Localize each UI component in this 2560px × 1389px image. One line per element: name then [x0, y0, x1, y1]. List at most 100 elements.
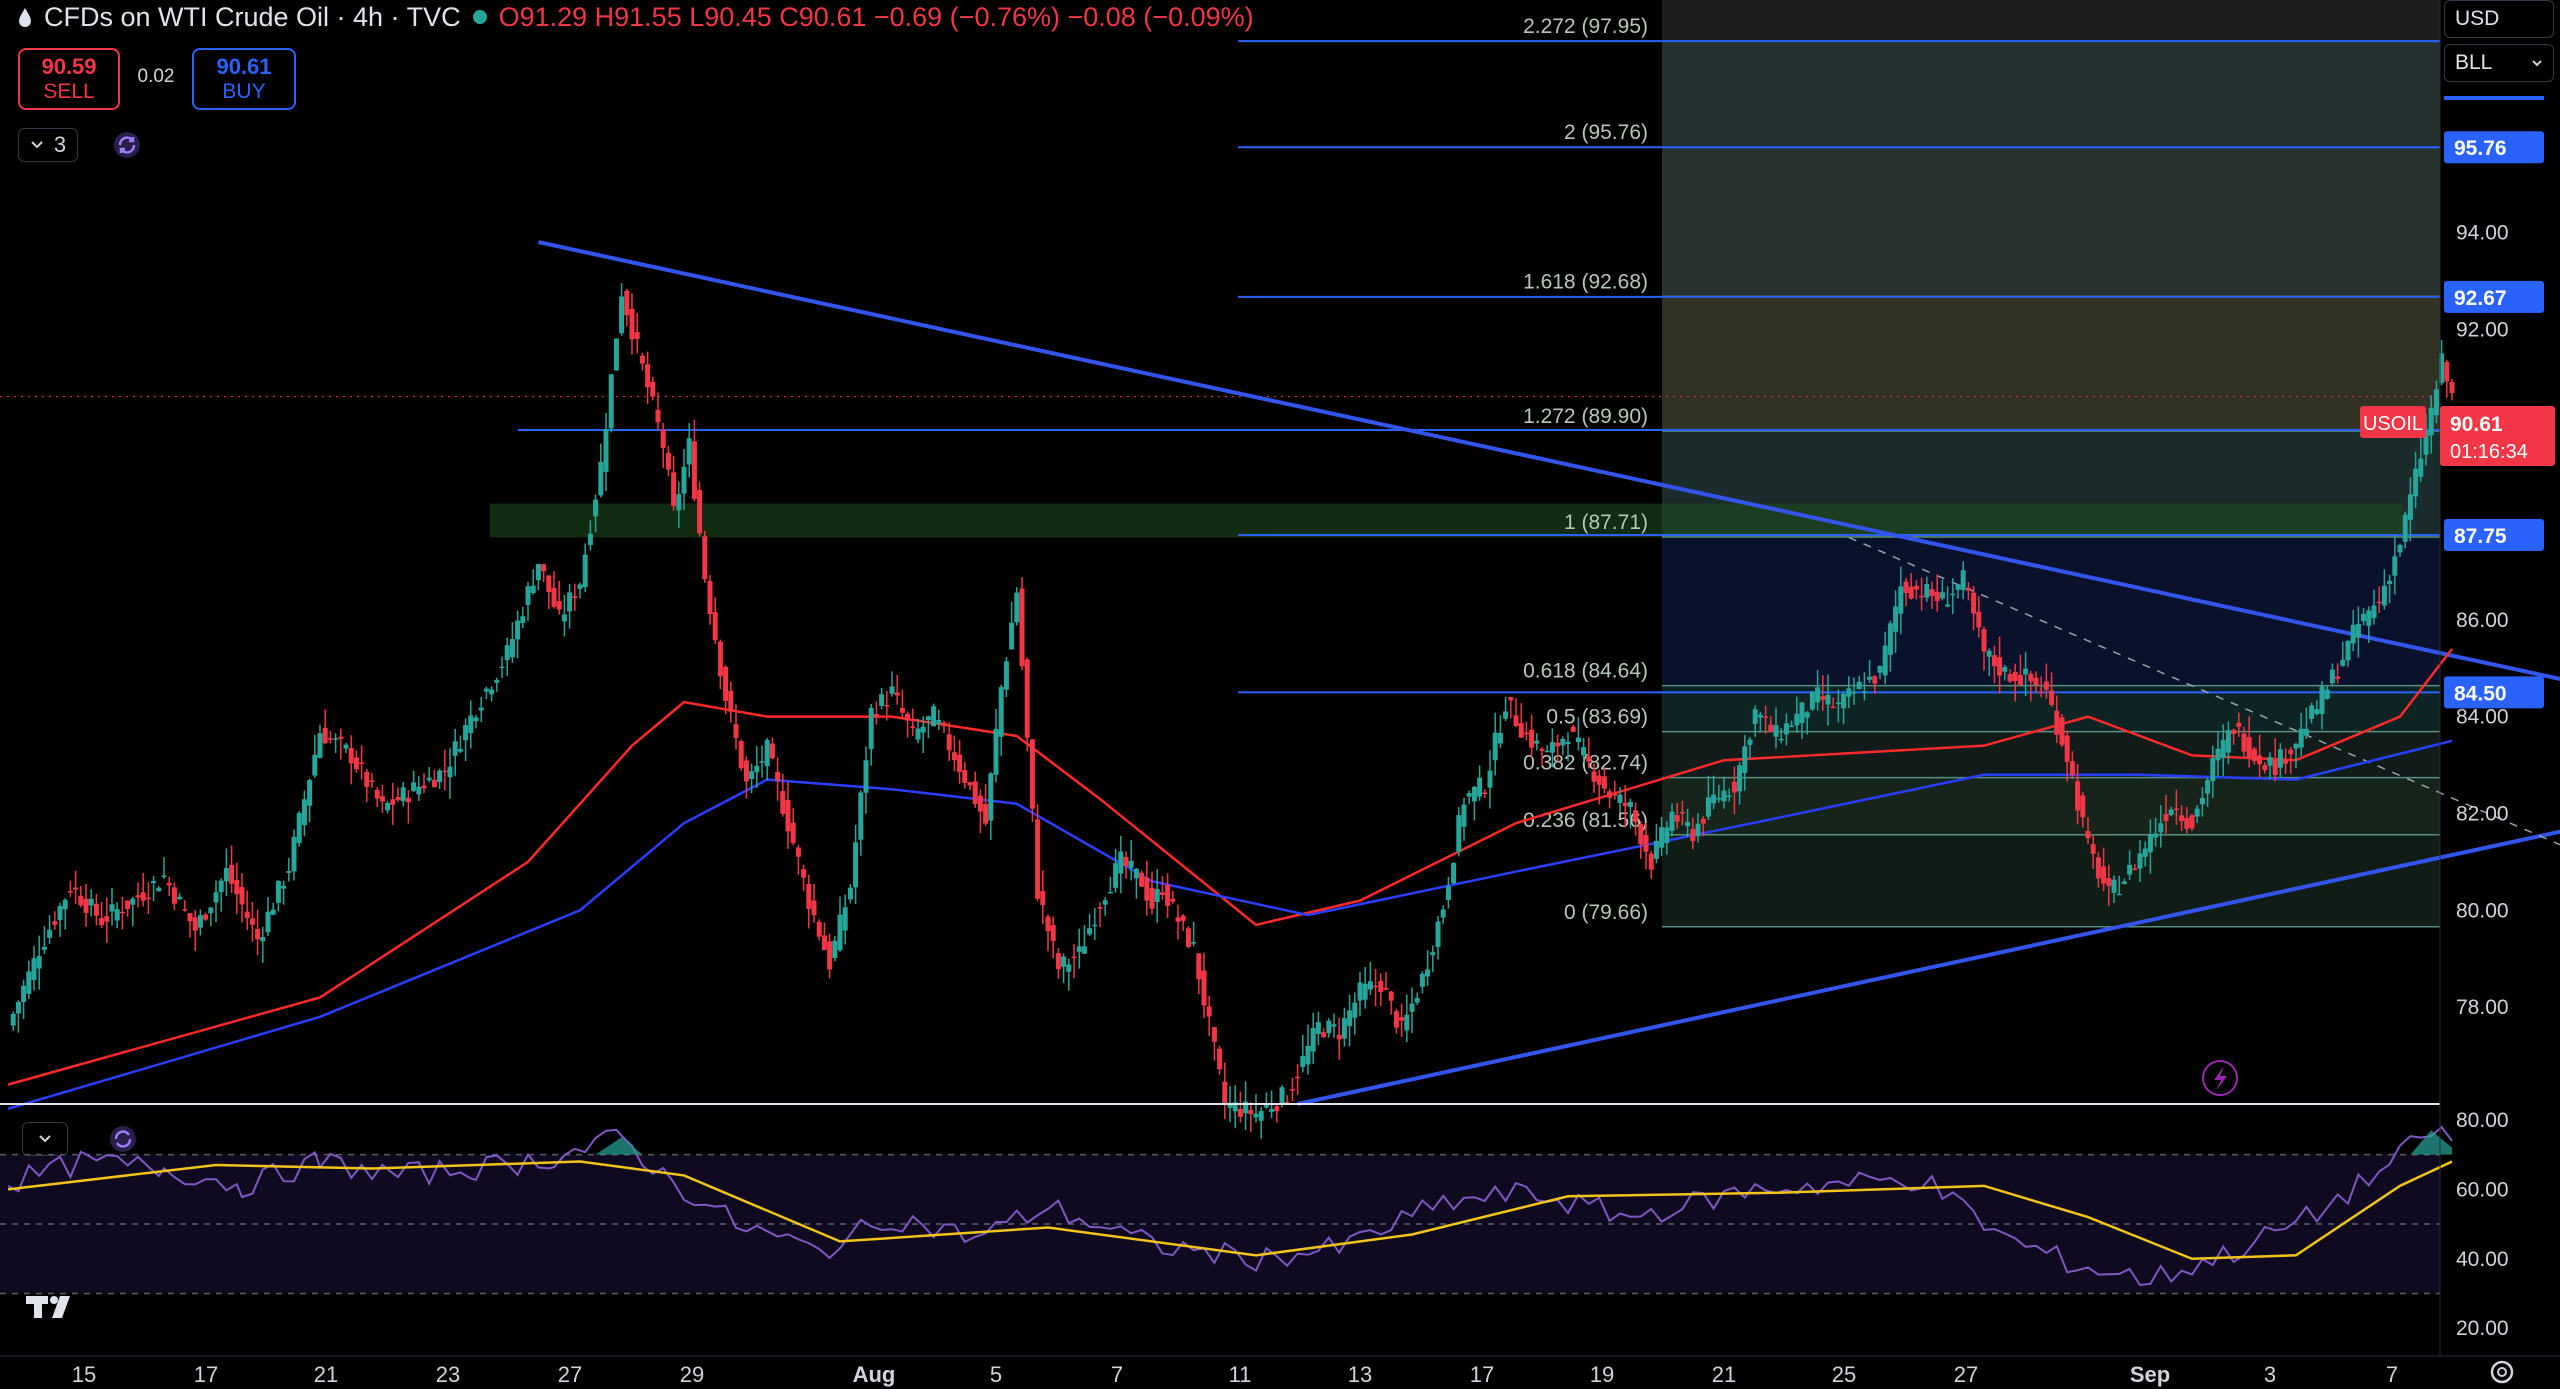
candle-up — [1258, 1110, 1264, 1121]
candle-down — [1321, 1032, 1327, 1037]
price-level-tag-label: 87.75 — [2454, 525, 2507, 548]
candle-down — [1045, 916, 1051, 932]
candle-up — [296, 812, 302, 844]
candle-up — [1107, 891, 1113, 894]
candle-up — [2153, 833, 2159, 838]
chevron-down-icon — [39, 1135, 51, 1143]
candle-up — [1128, 860, 1134, 868]
candle-up — [1451, 862, 1457, 884]
candle-down — [1872, 676, 1878, 684]
candle-down — [1607, 791, 1613, 798]
candle-down — [1971, 592, 1977, 614]
candle-down — [972, 781, 978, 804]
candle-down — [957, 754, 963, 772]
candle-down — [572, 596, 578, 598]
symbol-title[interactable]: CFDs on WTI Crude Oil · 4h · TVC — [44, 2, 461, 33]
candle-down — [171, 887, 177, 904]
candle-down — [249, 918, 255, 925]
time-tick-label: 21 — [1712, 1362, 1736, 1387]
indicators-toggle-button[interactable]: 3 — [18, 128, 78, 162]
price-tick-label: 82.00 — [2456, 802, 2509, 825]
candle-up — [468, 715, 474, 734]
chart-canvas[interactable]: 2.272 (97.95) 2 (95.76) 1.618 (92.68) 1.272… — [0, 0, 2560, 1389]
buy-price: 90.61 — [216, 54, 272, 80]
candle-down — [104, 916, 110, 922]
candle-up — [2397, 544, 2403, 553]
candle-down — [2262, 765, 2268, 771]
candle-down — [707, 581, 713, 615]
candle-up — [1466, 792, 1472, 797]
candle-down — [421, 785, 427, 789]
candle-down — [2080, 795, 2086, 818]
candle-down — [1180, 915, 1186, 921]
candle-up — [1341, 1018, 1347, 1039]
candle-down — [135, 895, 141, 898]
candle-down — [1040, 891, 1046, 906]
candle-up — [1851, 691, 1857, 694]
candle-up — [1669, 811, 1675, 831]
candle-down — [2101, 866, 2107, 884]
candle-up — [2121, 881, 2127, 885]
currency-select[interactable]: USD — [2444, 0, 2554, 38]
candle-up — [2111, 879, 2117, 893]
price-tick-label: 78.00 — [2456, 996, 2509, 1019]
candle-up — [1477, 777, 1483, 797]
candle-down — [1399, 1017, 1405, 1021]
candle-up — [1347, 1010, 1353, 1027]
candle-up — [223, 868, 229, 882]
candle-up — [868, 707, 874, 750]
last-price-value: 90.61 — [2450, 413, 2503, 436]
candle-down — [374, 789, 380, 799]
candle-up — [2293, 743, 2299, 749]
candle-down — [691, 441, 697, 500]
candle-up — [1445, 886, 1451, 901]
rsi-tick-label: 20.00 — [2456, 1317, 2509, 1340]
candle-up — [260, 937, 266, 942]
candle-up — [1955, 584, 1961, 590]
candle-up — [1315, 1022, 1321, 1034]
candle-down — [2132, 868, 2138, 871]
time-tick-label: 7 — [2386, 1362, 2398, 1387]
candle-up — [114, 909, 120, 921]
candle-up — [2277, 749, 2283, 768]
candle-down — [2007, 674, 2013, 682]
candle-down — [1674, 815, 1680, 822]
candle-up — [1425, 969, 1431, 977]
candle-up — [2345, 640, 2351, 661]
buy-button[interactable]: 90.61 BUY — [192, 48, 296, 110]
candle-up — [681, 466, 687, 494]
sell-button[interactable]: 90.59 SELL — [18, 48, 120, 110]
candle-down — [1643, 834, 1649, 852]
candle-up — [1565, 741, 1571, 745]
candle-up — [515, 620, 521, 640]
sync-icon[interactable] — [112, 130, 142, 160]
candle-up — [504, 645, 510, 661]
candle-up — [499, 666, 505, 669]
fib-zone-top — [1662, 0, 2440, 42]
price-tick-label: 92.00 — [2456, 318, 2509, 341]
candle-up — [686, 438, 692, 465]
rsi-sync-icon[interactable] — [108, 1124, 138, 1154]
candle-up — [1102, 900, 1108, 905]
candle-down — [322, 727, 328, 744]
candle-down — [962, 769, 968, 783]
candle-up — [535, 563, 541, 581]
candle-up — [437, 770, 443, 783]
rsi-collapse-button[interactable] — [22, 1122, 68, 1156]
unit-select[interactable]: BLL — [2444, 44, 2554, 82]
candle-down — [1523, 732, 1529, 735]
candle-down — [1097, 907, 1103, 909]
candle-down — [182, 909, 188, 911]
candle-up — [1887, 623, 1893, 655]
time-tick-label: 19 — [1590, 1362, 1614, 1387]
price-tick-label: 86.00 — [2456, 609, 2509, 632]
candle-up — [1352, 1002, 1358, 1018]
candle-down — [2059, 717, 2065, 745]
fib-zone — [1662, 536, 2440, 686]
candle-down — [1830, 706, 1836, 709]
candle-up — [1310, 1028, 1316, 1052]
candle-up — [457, 748, 463, 752]
price-level-tag-label: 84.50 — [2454, 682, 2507, 705]
candle-down — [1237, 1108, 1243, 1117]
candle-up — [489, 689, 495, 695]
